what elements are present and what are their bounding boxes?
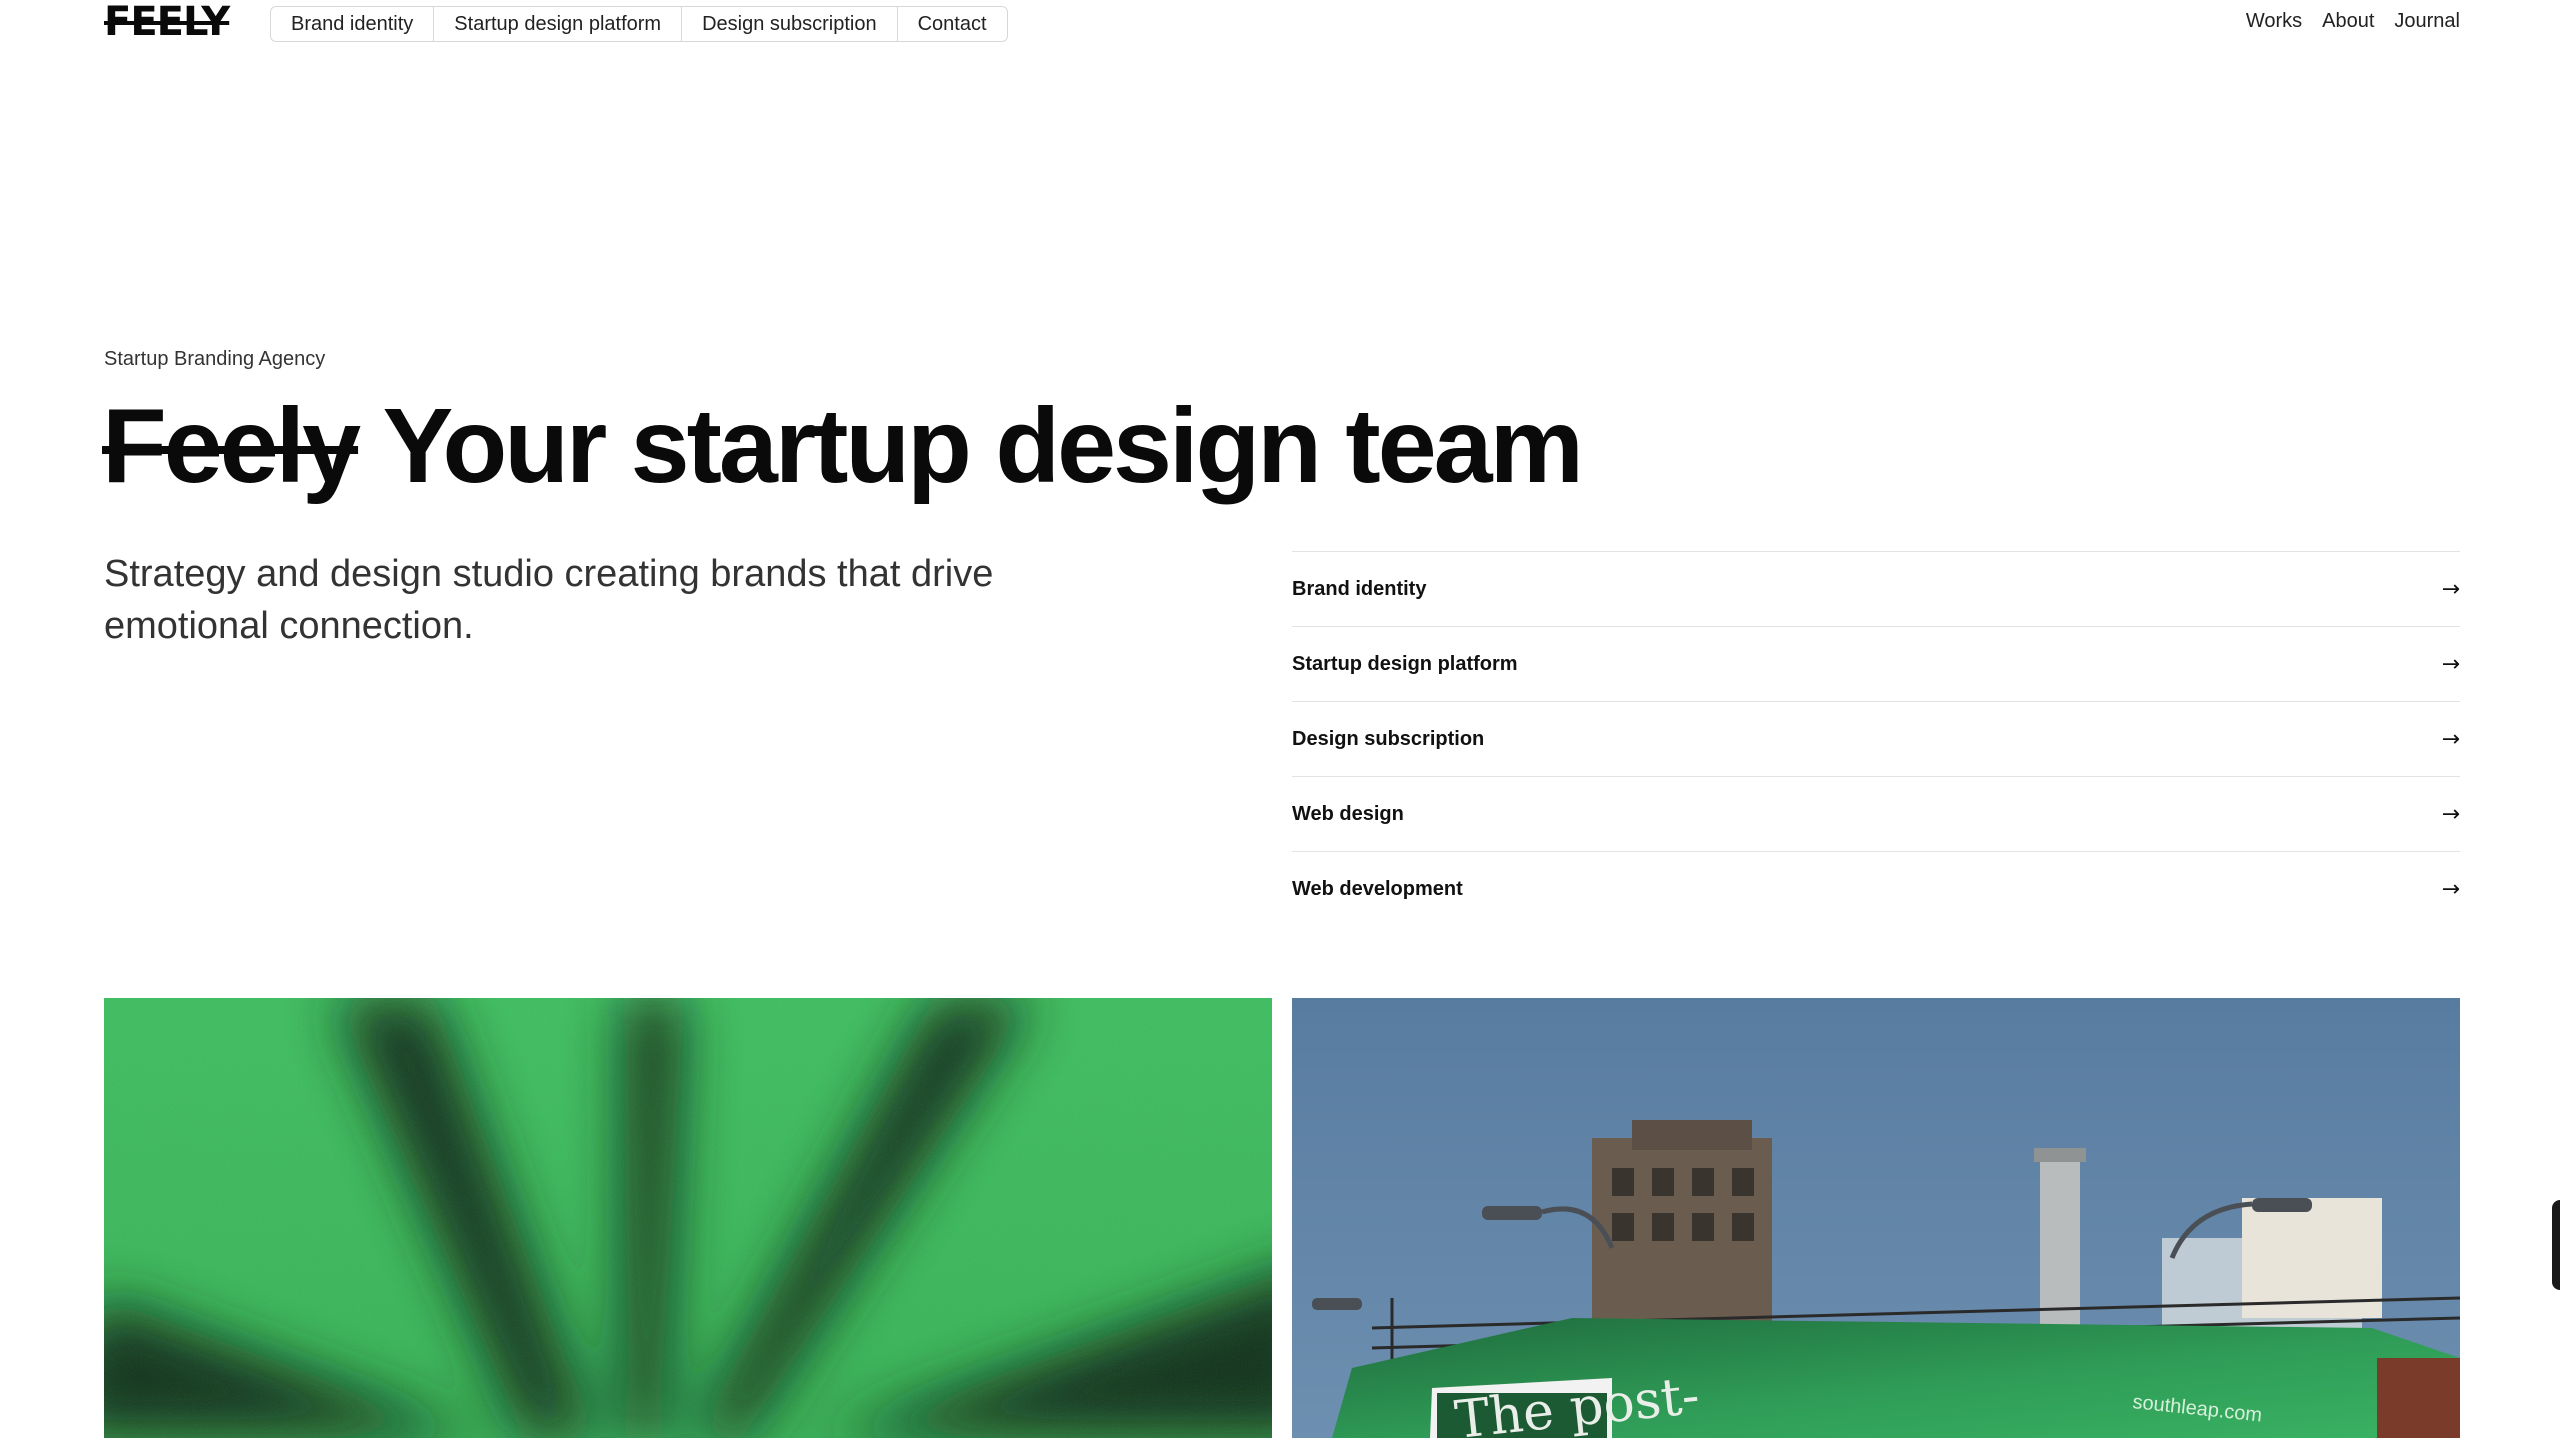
nav-item-brand-identity[interactable]: Brand identity (271, 7, 435, 41)
secondary-nav: Works About Journal (2246, 10, 2460, 33)
arrow-right-icon: → (2441, 726, 2460, 752)
feature-image-billboard[interactable]: The post- southleap.com (1292, 998, 2460, 1438)
nav-item-works[interactable]: Works (2246, 10, 2302, 33)
nav-item-about[interactable]: About (2322, 10, 2374, 33)
service-label: Startup design platform (1292, 652, 1518, 675)
green-rays-graphic (104, 998, 1272, 1438)
nav-item-design-subscription[interactable]: Design subscription (682, 7, 898, 41)
billboard-photo-graphic: The post- southleap.com (1292, 998, 2460, 1438)
hero-subtext: Strategy and design studio creating bran… (104, 553, 994, 648)
site-header: FEELY Brand identity Startup design plat… (104, 0, 2460, 48)
arrow-right-icon: → (2441, 876, 2460, 902)
service-web-design[interactable]: Web design → (1292, 776, 2460, 851)
hero-headline: Feely Your startup design team (102, 387, 1584, 505)
service-startup-design-platform[interactable]: Startup design platform → (1292, 626, 2460, 701)
headline-main: Your startup design team (382, 387, 1584, 505)
hero-eyebrow: Startup Branding Agency (104, 348, 326, 370)
primary-nav: Brand identity Startup design platform D… (270, 6, 1008, 42)
nav-item-contact[interactable]: Contact (898, 7, 1007, 41)
feature-image-green[interactable] (104, 998, 1272, 1438)
service-design-subscription[interactable]: Design subscription → (1292, 701, 2460, 776)
arrow-right-icon: → (2441, 801, 2460, 827)
nav-item-journal[interactable]: Journal (2394, 10, 2460, 33)
arrow-right-icon: → (2441, 651, 2460, 677)
service-label: Design subscription (1292, 727, 1485, 750)
service-brand-identity[interactable]: Brand identity → (1292, 551, 2460, 626)
service-label: Brand identity (1292, 577, 1427, 600)
logo[interactable]: FEELY (104, 2, 230, 42)
side-scroll-handle[interactable] (2552, 1200, 2560, 1290)
arrow-right-icon: → (2441, 576, 2460, 602)
service-web-development[interactable]: Web development → (1292, 851, 2460, 926)
service-label: Web design (1292, 802, 1404, 825)
service-label: Web development (1292, 877, 1463, 900)
headline-struck-brand: Feely (102, 387, 361, 505)
services-list: Brand identity → Startup design platform… (1292, 551, 2460, 926)
nav-item-startup-design-platform[interactable]: Startup design platform (434, 7, 683, 41)
